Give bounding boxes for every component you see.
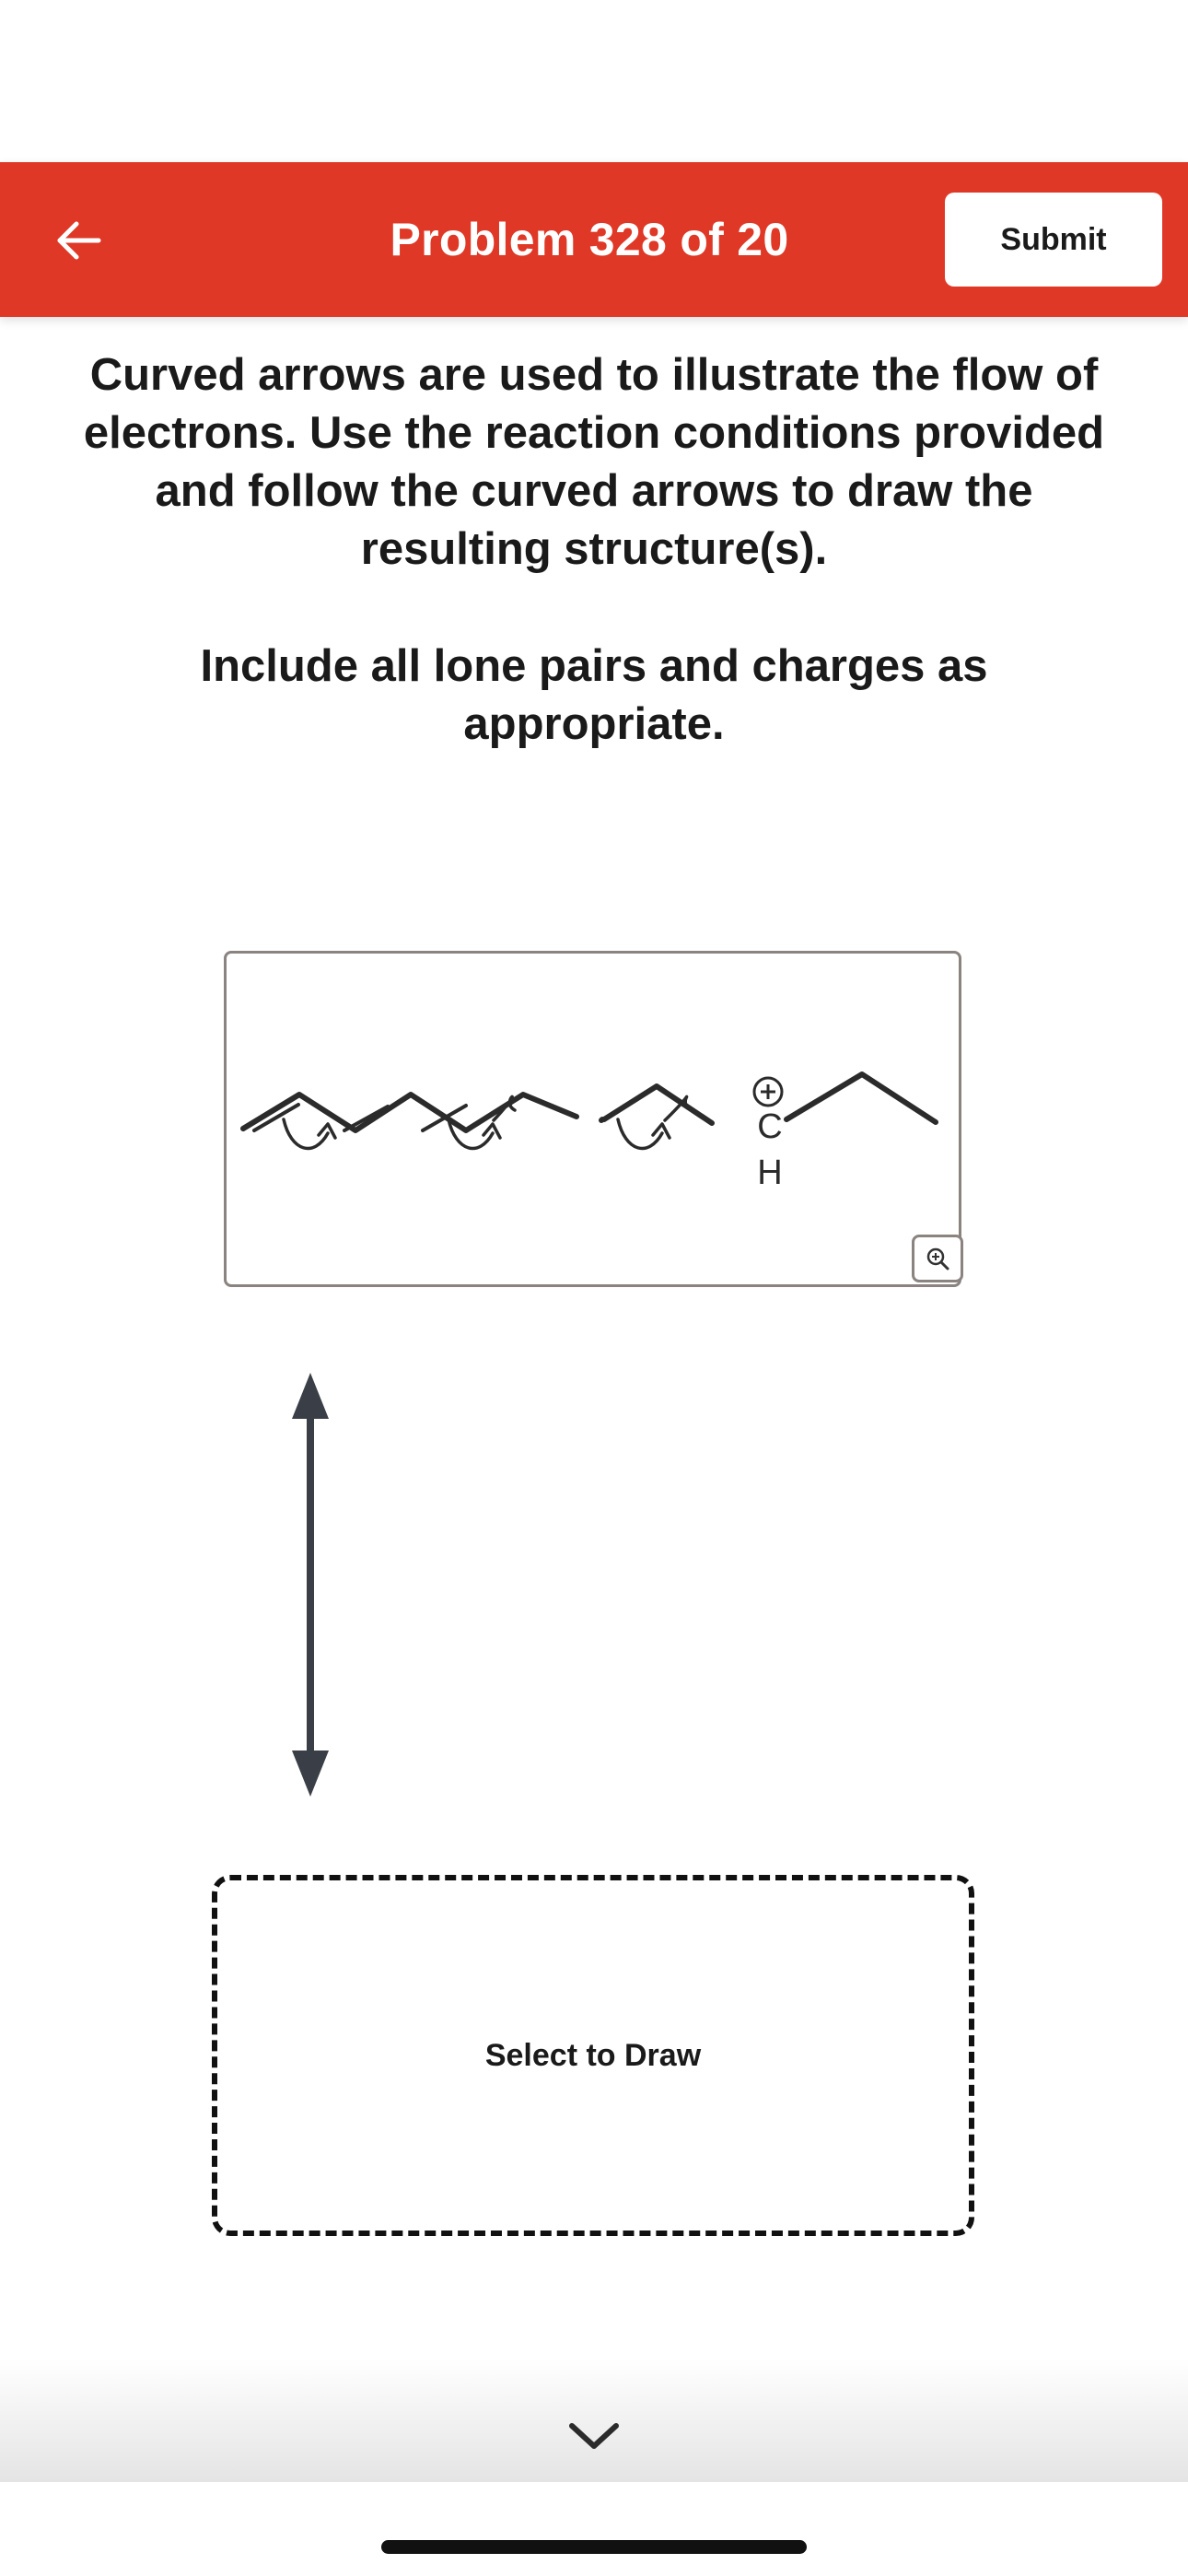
instructions-note: Include all lone pairs and charges as ap… [200,641,988,749]
collapse-button[interactable] [553,2405,635,2469]
draw-area[interactable]: Select to Draw [212,1875,974,2236]
molecule-structure: C H [240,1071,938,1192]
arrow-left-icon [57,221,101,260]
chevron-down-icon [569,2423,619,2449]
zoom-in-icon [926,1247,949,1270]
carbon-label: C [757,1107,782,1146]
bottom-bar [0,2359,1188,2482]
home-indicator[interactable] [381,2540,807,2554]
back-button[interactable] [37,199,120,282]
top-bar: Problem 328 of 20 Submit [0,162,1188,317]
page-title: Problem 328 of 20 [390,214,789,265]
draw-area-label: Select to Draw [484,2037,702,2073]
bond-lines [240,1083,715,1133]
submit-button[interactable]: Submit [945,193,1162,287]
double-headed-arrow-icon [292,1373,329,1797]
hydrogen-label: H [757,1153,782,1192]
molecule-structure-panel: C H [224,951,963,1287]
instructions-text: Curved arrows are used to illustrate the… [83,350,1105,574]
zoom-button[interactable] [912,1235,963,1282]
